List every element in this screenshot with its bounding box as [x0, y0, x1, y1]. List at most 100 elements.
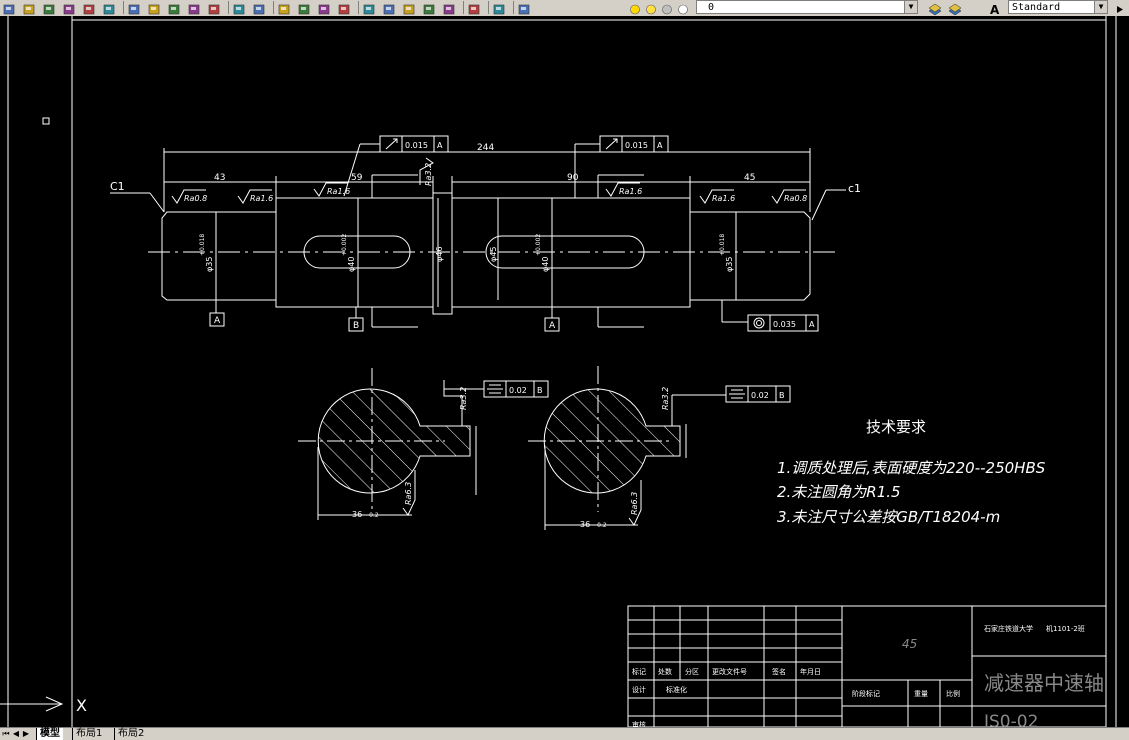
title-scale-value: 45: [902, 637, 917, 651]
tab-model[interactable]: 模型: [36, 728, 63, 740]
new-file-icon[interactable]: [2, 1, 16, 15]
section-left-dim36: 36: [352, 510, 362, 519]
bulb-icon[interactable]: [628, 1, 642, 15]
layer-states-icon[interactable]: [948, 1, 962, 16]
dim-90: 90: [567, 173, 579, 183]
runout-right-value: 0.015: [625, 141, 648, 150]
design-center-icon[interactable]: [382, 1, 396, 15]
zoom-previous-icon[interactable]: [337, 1, 351, 15]
text-style-icon[interactable]: A: [988, 1, 1002, 17]
th-std: 标准化: [666, 685, 687, 694]
tech-req-line1: 1.调质处理后,表面硬度为220--250HBS: [777, 459, 1046, 477]
layer-prev-icon[interactable]: [928, 1, 942, 16]
toolbar-separator: [358, 1, 359, 14]
publish-icon[interactable]: [102, 1, 116, 15]
dia-40-right: φ40: [541, 257, 550, 272]
help-icon[interactable]: [492, 1, 506, 15]
tab-layout2[interactable]: 布局2: [114, 728, 147, 740]
section-right-dim36: 36: [580, 520, 590, 529]
title-school: 石家庄铁道大学: [984, 624, 1033, 633]
ra16-mid-right: Ra1.6: [619, 187, 642, 196]
preview-icon[interactable]: [82, 1, 96, 15]
tol-40-right: +0.002: [535, 234, 542, 256]
th-zone: 分区: [685, 667, 699, 676]
ucs-icon: [0, 696, 64, 712]
toolbar-separator: [488, 1, 489, 14]
toolbar: 0 ▼ A Standard ▼: [0, 0, 1129, 17]
grip-marker: [42, 117, 50, 125]
th-mark: 标记: [632, 667, 646, 676]
ra16-mid-left: Ra1.6: [327, 187, 350, 196]
redo-icon[interactable]: [252, 1, 266, 15]
drawing-frame: [7, 16, 1117, 727]
calculator-icon[interactable]: [467, 1, 481, 15]
layer-combo[interactable]: 0 ▼: [696, 0, 918, 14]
ra08-left: Ra0.8: [184, 194, 207, 203]
undo-icon[interactable]: [232, 1, 246, 15]
datum-a-2: A: [549, 321, 556, 331]
toolbar-separator: [123, 1, 124, 14]
cut-icon[interactable]: [127, 1, 141, 15]
copy-icon[interactable]: [147, 1, 161, 15]
markup-icon[interactable]: [442, 1, 456, 15]
th-weight: 重量: [914, 690, 928, 698]
sun-icon[interactable]: [644, 1, 658, 15]
toolbar-separator: [463, 1, 464, 14]
dia-40-left: φ40: [347, 257, 356, 272]
sym-left-value: 0.02: [509, 386, 527, 395]
paste-icon[interactable]: [167, 1, 181, 15]
section-right-dim36-tol: -0.2: [595, 522, 607, 529]
chevron-down-icon[interactable]: ▼: [1094, 1, 1107, 13]
sheet-set-icon[interactable]: [422, 1, 436, 15]
print-icon[interactable]: [62, 1, 76, 15]
chamfer-left: C1: [110, 180, 125, 193]
runout-left-datum: A: [437, 141, 443, 150]
ra08-right: Ra0.8: [784, 194, 807, 203]
chevron-down-icon[interactable]: ▼: [904, 1, 917, 13]
toolbar-separator: [513, 1, 514, 14]
title-class: 机1101-2班: [1046, 624, 1085, 633]
toolbar-separator: [273, 1, 274, 14]
open-icon[interactable]: [22, 1, 36, 15]
lock-icon[interactable]: [660, 1, 674, 15]
section-left-dim36-tol: -0.2: [367, 512, 379, 519]
layer-value: 0: [708, 2, 715, 13]
th-doc: 更改文件号: [712, 667, 747, 676]
toolbar-separator: [228, 1, 229, 14]
datum-boxes: [209, 312, 560, 332]
dia-35-right: φ35: [725, 257, 734, 272]
tool-palettes-icon[interactable]: [402, 1, 416, 15]
match-properties-icon[interactable]: [187, 1, 201, 15]
color-swatch-icon[interactable]: [676, 1, 690, 15]
drawing-canvas[interactable]: X 244 43 59 90 45 C1 c1 φ35 +0.018 φ40 +…: [0, 16, 1129, 732]
block-editor-icon[interactable]: [207, 1, 221, 15]
prev-tab-icon[interactable]: ◀: [12, 729, 20, 739]
sym-right-value: 0.02: [751, 391, 769, 400]
next-tab-icon[interactable]: ▶: [22, 729, 30, 739]
dim-244: 244: [477, 143, 494, 153]
zoom-window-icon[interactable]: [317, 1, 331, 15]
dia-46: φ46: [435, 247, 444, 262]
dim-59: 59: [351, 173, 363, 183]
save-icon[interactable]: [42, 1, 56, 15]
tab-layout1[interactable]: 布局1: [72, 728, 105, 740]
section-right-ra32: Ra3.2: [661, 387, 670, 410]
th-stage: 阶段标记: [852, 689, 880, 698]
section-right-ra63: Ra6.3: [630, 492, 639, 515]
scroll-right-icon[interactable]: [1114, 1, 1126, 14]
zoom-realtime-icon[interactable]: [297, 1, 311, 15]
section-left-ra63: Ra6.3: [404, 482, 413, 505]
first-tab-icon[interactable]: ⏮: [2, 729, 10, 739]
title-part-name: 减速器中速轴: [984, 671, 1104, 695]
title-block: [627, 605, 1107, 728]
layer-manager-icon[interactable]: [517, 1, 531, 15]
th-count: 处数: [658, 667, 672, 676]
section-left-ra32: Ra3.2: [459, 387, 468, 410]
th-check: 审核: [632, 720, 646, 727]
pan-icon[interactable]: [277, 1, 291, 15]
properties-icon[interactable]: [362, 1, 376, 15]
svg-text:A: A: [990, 3, 1000, 16]
text-style-combo[interactable]: Standard ▼: [1008, 0, 1108, 14]
th-design: 设计: [632, 685, 646, 694]
drawing-svg[interactable]: X 244 43 59 90 45 C1 c1 φ35 +0.018 φ40 +…: [0, 16, 1129, 732]
